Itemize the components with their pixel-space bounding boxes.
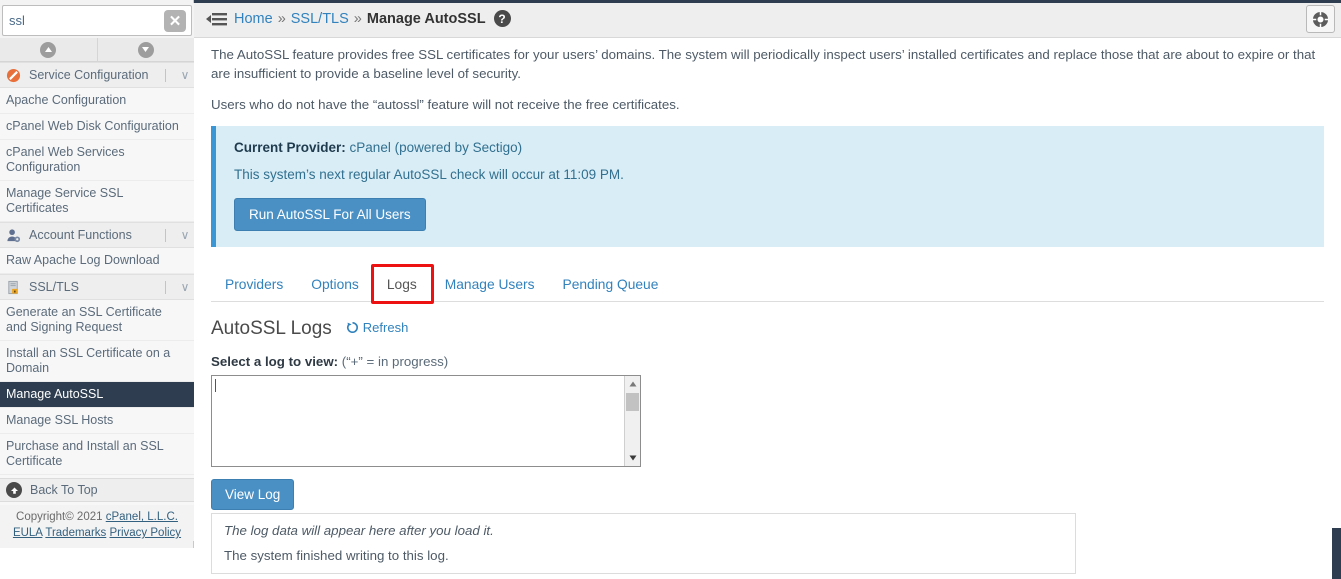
listbox-scrollbar[interactable] — [624, 376, 640, 466]
sidebar-item-manage-ssl-hosts[interactable]: Manage SSL Hosts — [0, 408, 194, 434]
certificate-lock-icon — [6, 279, 26, 295]
sidebar-group-service-configuration[interactable]: Service Configuration ∨ — [0, 62, 194, 88]
tab-pending-queue[interactable]: Pending Queue — [549, 271, 673, 301]
sidebar-group-label: SSL/TLS — [29, 280, 80, 294]
breadcrumb-separator: » — [277, 10, 286, 27]
current-provider-alert: Current Provider: cPanel (powered by Sec… — [211, 126, 1324, 247]
main-content: The AutoSSL feature provides free SSL ce… — [194, 39, 1341, 579]
sidebar-group-ssl-tls[interactable]: SSL/TLS ∨ — [0, 274, 194, 300]
search-box[interactable]: ✕ — [2, 5, 192, 36]
right-edge-panel — [1332, 528, 1341, 579]
scroll-down-button[interactable] — [96, 38, 194, 61]
sidebar-group-label: Account Functions — [29, 228, 132, 242]
sidebar-item-generate-ssl-certificate[interactable]: Generate an SSL Certificate and Signing … — [0, 300, 194, 341]
privacy-policy-link[interactable]: Privacy Policy — [109, 527, 181, 539]
refresh-icon — [346, 321, 359, 334]
intro-paragraph-2: Users who do not have the “autossl” feat… — [211, 97, 680, 112]
log-status-text: The system finished writing to this log. — [224, 548, 449, 563]
help-icon[interactable]: ? — [493, 10, 511, 27]
sidebar-search-area: ✕ — [0, 3, 194, 38]
sidebar-item-install-ssl-certificate[interactable]: Install an SSL Certificate on a Domain — [0, 341, 194, 382]
back-to-top-button[interactable]: Back To Top — [0, 478, 194, 502]
provider-value: cPanel (powered by Sectigo) — [349, 140, 523, 155]
scroll-up-button[interactable] — [0, 38, 97, 61]
sidebar-footer: Copyright© 2021 cPanel, L.L.C. EULA Trad… — [0, 505, 194, 541]
sidebar: ✕ — [0, 0, 194, 579]
select-log-label-text: Select a log to view: — [211, 354, 339, 369]
chevron-down-icon[interactable]: ∨ — [176, 280, 194, 294]
chevron-up-icon — [40, 41, 57, 58]
sidebar-item-apache-configuration[interactable]: Apache Configuration — [0, 88, 194, 114]
top-dark-bar — [194, 0, 1341, 3]
view-log-button[interactable]: View Log — [211, 479, 295, 510]
select-log-label: Select a log to view: (“+” = in progress… — [211, 354, 1341, 369]
refresh-label: Refresh — [362, 320, 409, 335]
log-output-panel: The log data will appear here after you … — [211, 513, 1076, 574]
sidebar-group-account-functions[interactable]: Account Functions ∨ — [0, 222, 194, 248]
run-autossl-for-all-users-button[interactable]: Run AutoSSL For All Users — [234, 198, 426, 231]
scroll-down-arrow-icon[interactable] — [625, 450, 641, 466]
chevron-down-icon — [137, 41, 154, 58]
provider-label: Current Provider: — [234, 140, 346, 155]
divider — [165, 280, 166, 294]
scroll-up-arrow-icon[interactable] — [625, 376, 640, 392]
sidebar-bottom-filler — [0, 548, 194, 579]
divider — [165, 68, 166, 82]
breadcrumb-ssl-tls[interactable]: SSL/TLS — [291, 11, 349, 27]
back-to-top-label: Back To Top — [30, 483, 98, 497]
scrollbar-thumb[interactable] — [626, 393, 639, 411]
log-placeholder-text: The log data will appear here after you … — [224, 523, 494, 538]
copyright-text: Copyright© 2021 — [16, 511, 103, 523]
breadcrumb-home[interactable]: Home — [234, 11, 273, 27]
divider — [165, 228, 166, 242]
user-gear-icon — [6, 227, 26, 243]
intro-paragraph-1: The AutoSSL feature provides free SSL ce… — [211, 47, 1316, 81]
tab-manage-users[interactable]: Manage Users — [431, 271, 549, 301]
tab-logs[interactable]: Logs — [373, 271, 431, 301]
tab-providers[interactable]: Providers — [211, 271, 297, 301]
trademarks-link[interactable]: Trademarks — [45, 527, 106, 539]
lifebuoy-icon[interactable] — [1306, 5, 1335, 33]
cpanel-whm-window: ✕ — [0, 0, 1341, 579]
sidebar-item-manage-autossl[interactable]: Manage AutoSSL — [0, 382, 194, 408]
section-header: AutoSSL Logs Refresh — [211, 318, 1341, 340]
provider-line: Current Provider: cPanel (powered by Sec… — [234, 140, 1306, 155]
page-title: AutoSSL Logs — [211, 318, 332, 339]
breadcrumb-separator: » — [353, 10, 362, 27]
refresh-button[interactable]: Refresh — [346, 320, 409, 335]
sidebar-item-purchase-install-ssl-certificate[interactable]: Purchase and Install an SSL Certificate — [0, 434, 194, 475]
arrow-up-circle-icon — [6, 482, 22, 498]
select-log-hint: (“+” = in progress) — [341, 354, 449, 369]
sidebar-scroll-buttons — [0, 38, 194, 62]
sidebar-group-label: Service Configuration — [29, 68, 149, 82]
eula-link[interactable]: EULA — [13, 527, 42, 539]
sidebar-item-cpanel-web-services-configuration[interactable]: cPanel Web Services Configuration — [0, 140, 194, 181]
next-check-line: This system’s next regular AutoSSL check… — [234, 167, 624, 182]
tab-bar: Providers Options Logs Manage Users Pend… — [211, 264, 1324, 304]
sidebar-nav-list: Service Configuration ∨ Apache Configura… — [0, 62, 194, 507]
sidebar-item-manage-service-ssl-certificates[interactable]: Manage Service SSL Certificates — [0, 181, 194, 222]
cpanel-company-link[interactable]: cPanel, L.L.C. — [106, 511, 178, 523]
breadcrumb-current: Manage AutoSSL — [366, 10, 486, 27]
chevron-down-icon[interactable]: ∨ — [176, 228, 194, 242]
search-input[interactable] — [3, 6, 153, 35]
sidebar-item-raw-apache-log-download[interactable]: Raw Apache Log Download — [0, 248, 194, 274]
page-header: Home » SSL/TLS » Manage AutoSSL ? — [194, 0, 1341, 38]
sidebar-item-cpanel-web-disk-configuration[interactable]: cPanel Web Disk Configuration — [0, 114, 194, 140]
text-caret — [215, 379, 216, 392]
clear-search-icon[interactable]: ✕ — [164, 10, 186, 32]
chevron-down-icon[interactable]: ∨ — [176, 68, 194, 82]
tab-options[interactable]: Options — [297, 271, 373, 301]
hamburger-menu-icon[interactable] — [200, 11, 234, 27]
intro-text: The AutoSSL feature provides free SSL ce… — [194, 39, 1341, 114]
no-entry-icon — [6, 67, 26, 83]
log-select-listbox[interactable] — [211, 375, 641, 467]
breadcrumb: Home » SSL/TLS » Manage AutoSSL ? — [234, 10, 511, 27]
